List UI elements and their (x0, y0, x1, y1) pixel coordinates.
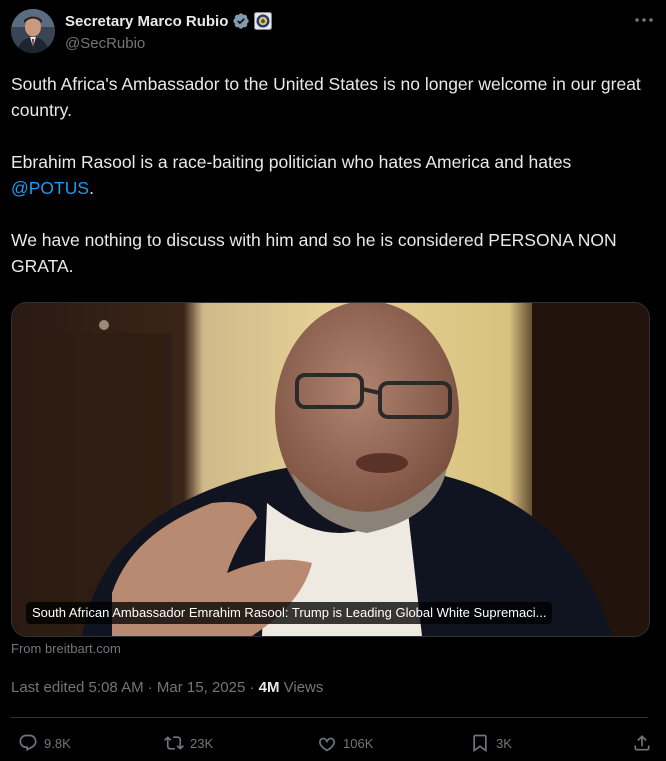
divider (11, 717, 648, 718)
like-button[interactable]: 106K (317, 733, 373, 753)
views-label: Views (279, 679, 324, 696)
repost-button[interactable]: 23K (164, 733, 213, 753)
mention-link[interactable]: @POTUS (11, 178, 89, 198)
reply-count: 9.8K (44, 735, 71, 751)
views-count: 4M (258, 679, 280, 696)
verified-badge-icon (232, 12, 250, 30)
tweet-meta: Last edited 5:08 AM · Mar 15, 2025 · 4M … (11, 679, 323, 696)
like-count: 106K (343, 735, 374, 751)
more-options-icon[interactable] (633, 11, 655, 29)
bookmark-button[interactable]: 3K (470, 733, 512, 753)
tweet-text-segment: Ebrahim Rasool is a race-baiting politic… (11, 152, 572, 172)
share-icon (634, 735, 650, 751)
bookmark-count: 3K (496, 735, 512, 751)
video-thumbnail (12, 303, 649, 636)
repost-count: 23K (190, 735, 214, 751)
tweet-paragraph: We have nothing to discuss with him and … (11, 230, 617, 276)
avatar[interactable] (11, 9, 55, 53)
reply-button[interactable]: 9.8K (18, 733, 71, 753)
tweet-paragraph: South Africa's Ambassador to the United … (11, 74, 641, 120)
link-source[interactable]: From breitbart.com (11, 641, 121, 656)
tweet-text-segment: . (89, 178, 94, 198)
reply-icon (19, 734, 37, 752)
action-bar: 9.8K 23K 106K 3K (18, 733, 652, 757)
government-seal-icon (254, 12, 273, 30)
timestamp[interactable]: Last edited 5:08 AM · Mar 15, 2025 · (11, 679, 259, 696)
user-handle[interactable]: @SecRubio (65, 35, 145, 52)
tweet-paragraph: Ebrahim Rasool is a race-baiting politic… (11, 149, 651, 201)
repost-icon (164, 736, 184, 750)
tweet-text: South Africa's Ambassador to the United … (11, 71, 651, 305)
display-name[interactable]: Secretary Marco Rubio (65, 13, 228, 30)
tweet-header: Secretary Marco Rubio @SecRubio (11, 9, 655, 55)
video-caption: South African Ambassador Emrahim Rasool:… (26, 602, 553, 624)
bookmark-icon (473, 734, 487, 753)
share-button[interactable] (632, 733, 652, 753)
media-card[interactable]: South African Ambassador Emrahim Rasool:… (11, 302, 650, 637)
heart-icon (319, 737, 335, 752)
